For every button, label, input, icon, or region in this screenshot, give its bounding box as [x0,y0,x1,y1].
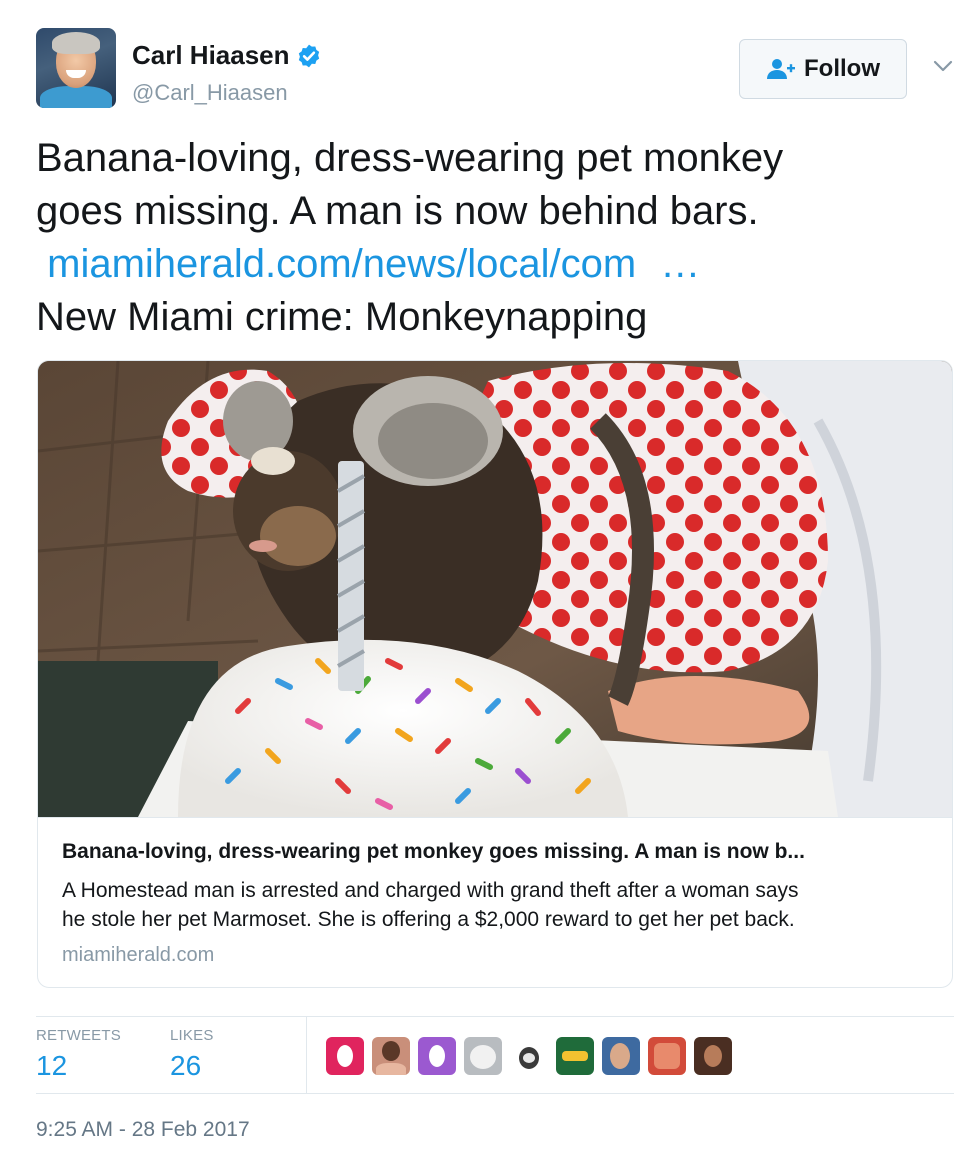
card-title[interactable]: Banana-loving, dress-wearing pet monkey … [62,840,930,864]
follow-button[interactable]: Follow [739,39,907,99]
card-body[interactable]: Banana-loving, dress-wearing pet monkey … [38,817,952,987]
tweet-text-line: Banana-loving, dress-wearing pet monkey [36,136,784,180]
retweets-label: RETWEETS [36,1027,121,1044]
liker-avatar[interactable] [556,1037,594,1075]
tweet-text-line: goes missing. A man is now behind bars. [36,189,759,233]
link-ellipsis[interactable]: … [660,242,700,286]
tweet-text: Banana-loving, dress-wearing pet monkey … [36,132,936,344]
card-image[interactable] [38,361,952,817]
tweet-timestamp[interactable]: 9:25 AM - 28 Feb 2017 [36,1118,250,1142]
card-description-line: he stole her pet Marmoset. She is offeri… [62,908,795,931]
liker-avatar[interactable] [694,1037,732,1075]
author-avatar[interactable] [36,28,116,108]
tweet-link[interactable]: miamiherald.com/news/local/com [47,242,636,286]
liker-avatar[interactable] [648,1037,686,1075]
card-domain: miamiherald.com [62,944,215,966]
monkey-cake-photo [38,361,952,817]
tweet-link-line: miamiherald.com/news/local/com … [36,238,936,291]
verified-badge-icon [298,44,319,67]
stats-divider [306,1017,307,1093]
likes-stat[interactable]: LIKES 26 [170,1027,214,1082]
author-name-row[interactable]: Carl Hiaasen [132,40,322,71]
tweet-text-line: New Miami crime: Monkeynapping [36,295,648,339]
tweet-stats: RETWEETS 12 LIKES 26 [36,1016,954,1094]
chevron-down-icon[interactable] [932,58,954,74]
retweets-count[interactable]: 12 [36,1050,121,1082]
follow-button-label: Follow [804,55,880,82]
liker-avatar[interactable] [326,1037,364,1075]
liker-avatar[interactable] [418,1037,456,1075]
author-name[interactable]: Carl Hiaasen [132,40,290,71]
likes-count[interactable]: 26 [170,1050,214,1082]
liker-avatar[interactable] [510,1037,548,1075]
liker-avatar[interactable] [372,1037,410,1075]
card-description: A Homestead man is arrested and charged … [62,876,930,934]
likes-label: LIKES [170,1027,214,1044]
link-preview-card[interactable]: Banana-loving, dress-wearing pet monkey … [37,360,953,988]
retweets-stat[interactable]: RETWEETS 12 [36,1027,121,1082]
add-user-icon [767,59,795,79]
author-handle[interactable]: @Carl_Hiaasen [132,80,288,106]
liker-avatars [326,1037,732,1075]
liker-avatar[interactable] [464,1037,502,1075]
liker-avatar[interactable] [602,1037,640,1075]
tweet-header: Carl Hiaasen @Carl_Hiaasen Follow [36,28,956,112]
card-description-line: A Homestead man is arrested and charged … [62,879,799,902]
